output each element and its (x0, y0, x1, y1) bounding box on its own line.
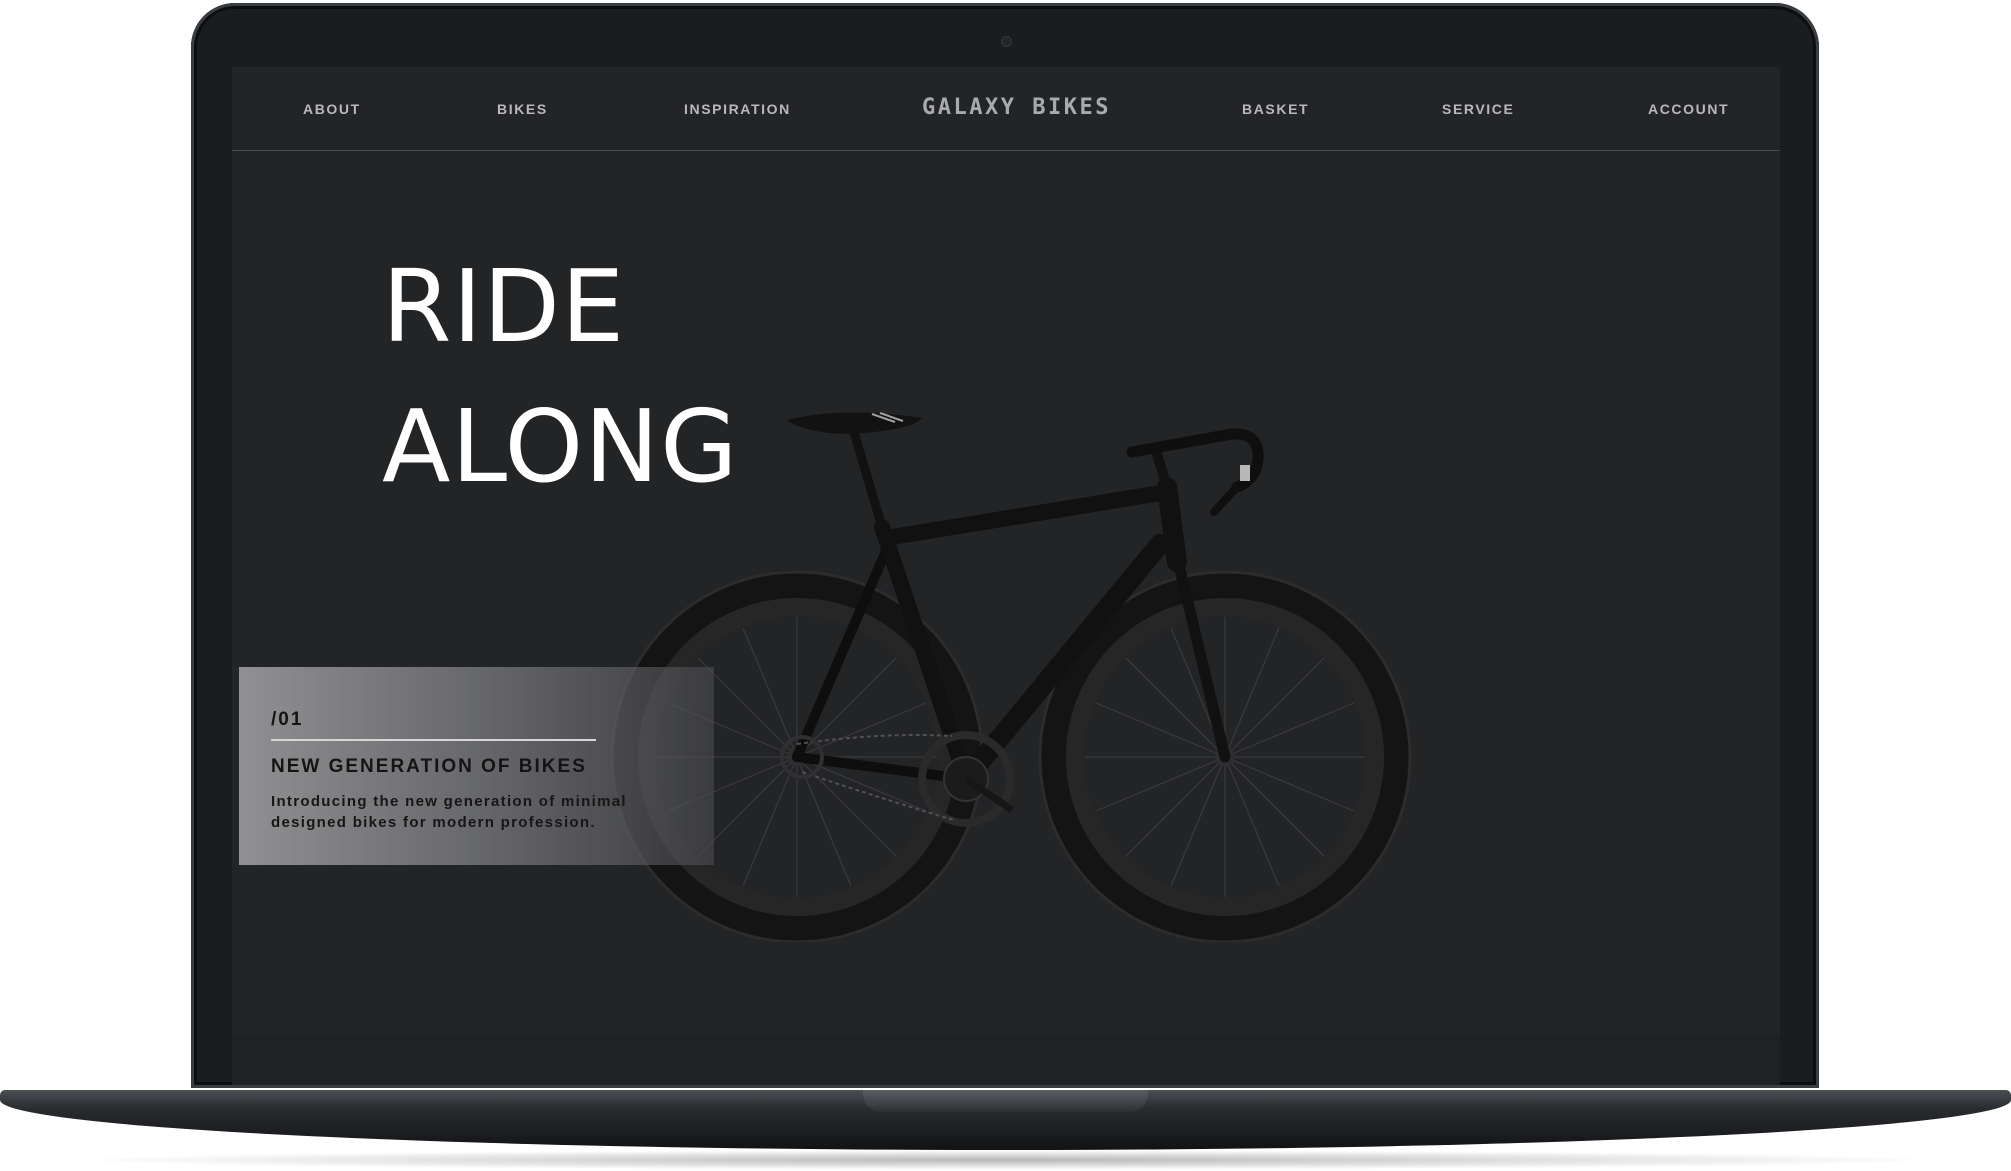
nav-about[interactable]: ABOUT (303, 101, 361, 117)
feature-card[interactable]: /01 NEW GENERATION OF BIKES Introducing … (239, 667, 714, 865)
nav-account[interactable]: ACCOUNT (1648, 101, 1729, 117)
card-number: /01 (271, 709, 304, 730)
laptop-shadow (60, 1150, 1951, 1170)
camera-icon (1001, 36, 1012, 47)
laptop-chin (232, 1035, 1780, 1085)
nav-service[interactable]: SERVICE (1442, 101, 1514, 117)
nav-bikes[interactable]: BIKES (497, 101, 548, 117)
top-navigation: ABOUT BIKES INSPIRATION GALAXY BIKES BAS… (232, 67, 1780, 151)
saddle (787, 412, 922, 434)
card-description: Introducing the new generation of minima… (271, 793, 627, 831)
card-divider (271, 739, 596, 741)
brand-logo[interactable]: GALAXY BIKES (922, 95, 1111, 120)
website-screen: ABOUT BIKES INSPIRATION GALAXY BIKES BAS… (232, 67, 1780, 1035)
laptop-notch (863, 1090, 1148, 1112)
card-title: NEW GENERATION OF BIKES (271, 756, 587, 777)
nav-basket[interactable]: BASKET (1242, 101, 1309, 117)
nav-inspiration[interactable]: INSPIRATION (684, 101, 791, 117)
hero-line-1: RIDE (382, 248, 626, 365)
vertical-bikes-word: BIKES (952, 342, 1072, 992)
